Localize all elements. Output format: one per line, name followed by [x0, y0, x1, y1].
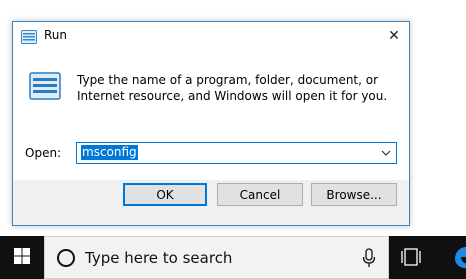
button-bar: OK Cancel Browse... — [13, 180, 409, 225]
open-combobox[interactable]: msconfig — [76, 142, 397, 164]
run-large-icon — [29, 72, 61, 100]
taskbar-search-box[interactable]: Type here to search — [44, 236, 389, 279]
microphone-icon[interactable] — [362, 248, 376, 268]
open-label: Open: — [25, 146, 62, 160]
search-icon — [57, 249, 75, 267]
run-dialog: Run ✕ Type the name of a program, folder… — [12, 21, 410, 226]
task-view-icon[interactable] — [400, 247, 422, 267]
browse-button[interactable]: Browse... — [311, 183, 397, 206]
ok-button[interactable]: OK — [123, 183, 207, 206]
dialog-content: Type the name of a program, folder, docu… — [13, 50, 409, 180]
search-placeholder: Type here to search — [85, 249, 233, 267]
close-button[interactable]: ✕ — [379, 22, 409, 50]
edge-icon[interactable] — [452, 245, 466, 269]
cancel-button[interactable]: Cancel — [217, 183, 303, 206]
chevron-down-icon[interactable] — [378, 146, 394, 160]
run-icon — [21, 29, 37, 44]
screen: Run ✕ Type the name of a program, folder… — [0, 0, 466, 279]
open-input[interactable]: msconfig — [81, 145, 138, 160]
start-button[interactable] — [0, 236, 44, 279]
windows-logo-icon — [14, 247, 30, 268]
dialog-description: Type the name of a program, folder, docu… — [77, 73, 388, 103]
dialog-title: Run — [44, 28, 68, 42]
title-bar[interactable]: Run ✕ — [13, 22, 409, 50]
close-icon: ✕ — [388, 28, 400, 44]
taskbar: Type here to search — [0, 236, 466, 279]
